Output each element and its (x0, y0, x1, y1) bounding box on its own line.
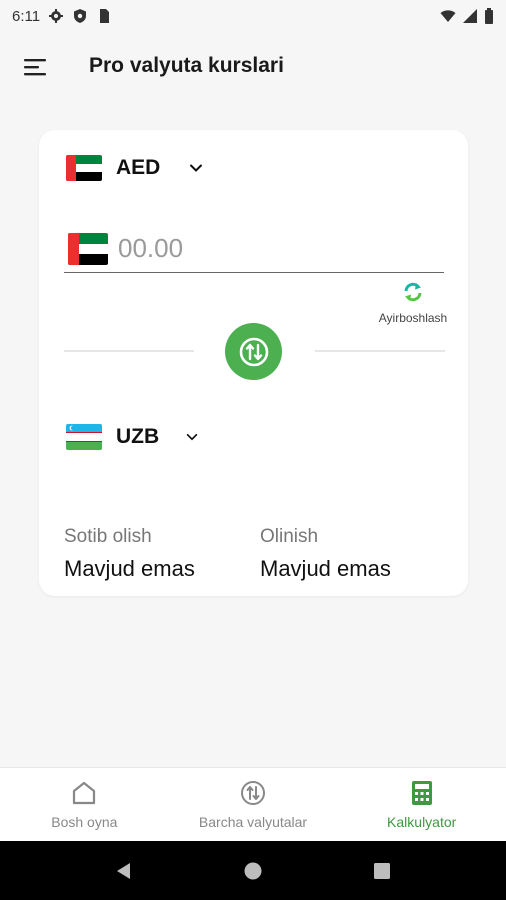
recents-button[interactable] (362, 851, 402, 891)
buy-rate-value: Mavjud emas (64, 556, 195, 581)
nav-label-calculator: Kalkulyator (387, 814, 457, 830)
currency-swap-icon (241, 781, 265, 805)
signal-icon (463, 9, 477, 23)
swap-currencies-button[interactable] (225, 323, 282, 380)
buy-rate-label: Sotib olish (64, 526, 152, 547)
amount-field[interactable] (64, 225, 444, 273)
bottom-navigation: Bosh oyna Barcha valyutalar Kalkulyator (0, 767, 506, 841)
calculator-icon (411, 781, 432, 805)
uzbekistan-flag-icon (66, 424, 102, 450)
status-bar: 6:11 (0, 0, 506, 32)
status-time: 6:11 (12, 7, 41, 25)
chevron-down-icon (186, 433, 198, 441)
home-icon (73, 781, 96, 805)
converter-card: AED Ayirboshlash (39, 130, 468, 596)
divider (315, 350, 445, 352)
page-title: Pro valyuta kurslari (89, 54, 284, 77)
sell-rate-label: Olinish (260, 526, 319, 547)
recents-square-icon (373, 862, 390, 879)
swap-arrows-icon (239, 337, 268, 366)
sell-rate: Olinish Mavjud emas (260, 526, 391, 582)
exchange-label: Ayirboshlash (378, 311, 448, 325)
refresh-arrows-icon (404, 282, 422, 302)
exchange-button[interactable]: Ayirboshlash (373, 280, 453, 325)
divider (64, 350, 194, 352)
gear-icon (49, 9, 64, 23)
sell-rate-value: Mavjud emas (260, 556, 391, 581)
nav-label-all-currencies: Barcha valyutalar (198, 814, 308, 830)
nav-item-all-currencies[interactable]: Barcha valyutalar (169, 768, 338, 841)
amount-input[interactable] (118, 233, 418, 264)
home-circle-icon (244, 862, 262, 879)
from-currency-select[interactable]: AED (66, 155, 204, 181)
battery-icon (485, 8, 493, 24)
nav-item-calculator[interactable]: Kalkulyator (337, 768, 506, 841)
chevron-down-icon (190, 164, 203, 172)
hamburger-menu-icon (24, 59, 46, 76)
system-navigation-bar (0, 841, 506, 900)
back-button[interactable] (104, 851, 144, 891)
back-triangle-icon (117, 862, 131, 879)
nav-label-home: Bosh oyna (51, 814, 118, 830)
wifi-icon (440, 10, 456, 22)
home-system-button[interactable] (233, 851, 273, 891)
app-bar: Pro valyuta kurslari (0, 32, 506, 100)
uae-flag-icon (68, 232, 108, 265)
shield-icon (74, 9, 87, 23)
sim-icon (100, 9, 110, 23)
nav-item-home[interactable]: Bosh oyna (0, 768, 169, 841)
menu-button[interactable] (20, 52, 50, 82)
from-currency-code: AED (116, 156, 161, 179)
buy-rate: Sotib olish Mavjud emas (64, 526, 195, 582)
uae-flag-icon (66, 155, 102, 181)
to-currency-select[interactable]: UZB (66, 424, 199, 450)
to-currency-code: UZB (116, 425, 160, 448)
